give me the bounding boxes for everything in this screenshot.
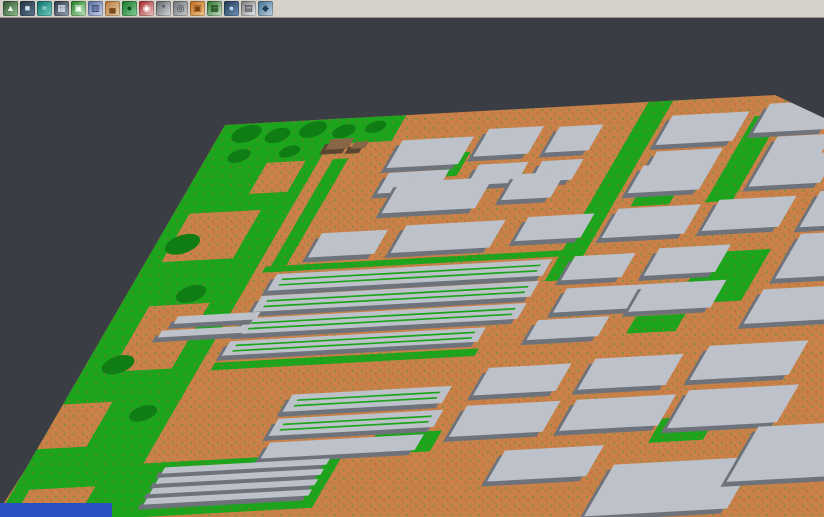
dem-icon[interactable]: ▲ [3,1,18,16]
globe-icon[interactable]: ● [122,1,137,16]
measure-icon[interactable]: ◎ [173,1,188,16]
profile-icon[interactable]: ▥ [88,1,103,16]
palette-icon[interactable]: ◆ [258,1,273,16]
tiles-icon[interactable]: ▣ [190,1,205,16]
mesh-icon[interactable]: ▦ [54,1,69,16]
scene-icon[interactable]: ■ [20,1,35,16]
globe-dark-icon[interactable]: ● [224,1,239,16]
toolbar: ▲■≈▦▣▥▄●◉*◎▣▦●▤◆ [0,0,824,18]
taskbar-fragment[interactable] [0,503,112,517]
grid-icon[interactable]: ▦ [207,1,222,16]
target-icon[interactable]: ◉ [139,1,154,16]
report-icon[interactable]: ▤ [241,1,256,16]
gear-icon[interactable]: * [156,1,171,16]
water-icon[interactable]: ≈ [37,1,52,16]
classification-icon[interactable]: ▣ [71,1,86,16]
viewport-3d[interactable] [0,0,824,517]
terrain-icon[interactable]: ▄ [105,1,120,16]
